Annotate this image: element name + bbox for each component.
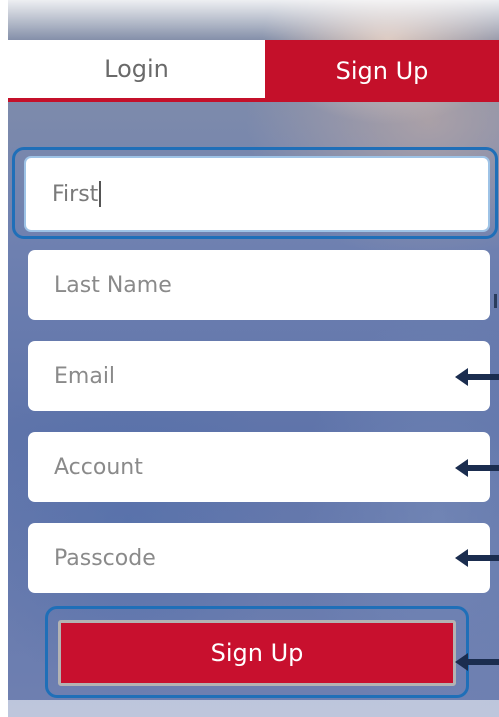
email-field-wrapper [28, 341, 490, 411]
sign-up-button[interactable]: Sign Up [58, 620, 456, 686]
left-arrow-icon [455, 549, 499, 567]
bottom-strip [8, 700, 499, 717]
tab-login[interactable]: Login [8, 40, 265, 102]
tab-signup[interactable]: Sign Up [265, 40, 499, 102]
first-name-field[interactable]: First [24, 156, 490, 232]
last-name-input[interactable] [28, 250, 490, 320]
left-arrow-icon [455, 653, 499, 671]
email-input[interactable] [28, 341, 490, 411]
background-highlight [8, 0, 499, 40]
account-input[interactable] [28, 432, 490, 502]
passcode-input[interactable] [28, 523, 490, 593]
auth-tabs: Login Sign Up [8, 40, 499, 102]
last-name-field-wrapper [28, 250, 490, 320]
passcode-field-wrapper [28, 523, 490, 593]
left-arrow-icon [455, 368, 499, 386]
edge-mark [494, 294, 497, 308]
left-arrow-icon [455, 459, 499, 477]
first-name-value: First [52, 181, 99, 207]
text-caret [99, 181, 102, 207]
account-field-wrapper [28, 432, 490, 502]
